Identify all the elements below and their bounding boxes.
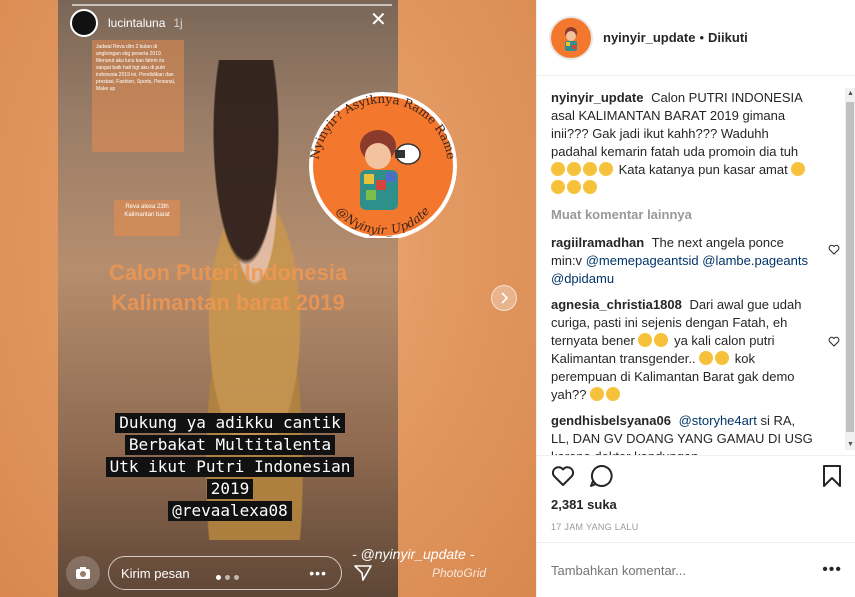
add-comment-bar: ••• xyxy=(537,542,855,597)
story-caption-line: @revaalexa08 xyxy=(168,501,292,521)
comment-item: ragiilramadhan The next angela ponce min… xyxy=(551,234,842,288)
story-message-placeholder: Kirim pesan xyxy=(121,565,190,581)
story-reva-label: Reva alexa 23th Kalimantan barat xyxy=(114,200,180,236)
next-slide-button[interactable] xyxy=(491,285,517,311)
post-actions xyxy=(537,455,855,495)
avatar-cartoon-icon xyxy=(565,26,577,51)
scroll-thumb[interactable] xyxy=(846,102,854,432)
comment-username[interactable]: agnesia_christia1808 xyxy=(551,297,682,312)
scroll-up-icon[interactable]: ▲ xyxy=(847,90,854,97)
story-avatar xyxy=(70,9,98,37)
story-progress-bar xyxy=(72,4,392,6)
comment-item: gendhisbelsyana06 @storyhe4art si RA, LL… xyxy=(551,412,842,455)
close-icon: ✕ xyxy=(370,9,387,31)
badge-logo: Nyinyir? Asyiknya Rame Rame @Nyinyir_Upd… xyxy=(308,92,458,238)
heart-icon xyxy=(551,465,575,486)
post-header: nyinyir_update • Diikuti xyxy=(537,0,855,76)
scroll-down-icon[interactable]: ▼ xyxy=(847,441,854,448)
post-timestamp: 17 JAM YANG LALU xyxy=(551,522,639,532)
story-footer: Kirim pesan ••• xyxy=(66,556,396,590)
header-username[interactable]: nyinyir_update xyxy=(603,30,695,45)
comment-mention[interactable]: @memepageantsid xyxy=(586,253,699,268)
story-note-text: Jadwal Reva dlm 2 bulan di angkringan sb… xyxy=(92,40,184,152)
story-caption-line: 2019 xyxy=(206,479,254,499)
pager-dot xyxy=(225,575,230,580)
load-more-comments-button[interactable]: Muat komentar lainnya xyxy=(551,207,842,222)
laugh-emoji-icons xyxy=(638,333,670,348)
post-panel: nyinyir_update • Diikuti nyinyir_update … xyxy=(536,0,855,597)
chevron-right-icon xyxy=(501,292,509,304)
like-button[interactable] xyxy=(551,465,575,487)
story-caption-line: Utk ikut Putri Indonesian xyxy=(105,457,355,477)
pager-dot xyxy=(234,575,239,580)
pager-dot xyxy=(216,575,221,580)
story-message-field: Kirim pesan ••• xyxy=(108,556,342,590)
comment-mention[interactable]: @storyhe4art xyxy=(679,413,757,428)
more-options-icon[interactable]: ••• xyxy=(822,561,842,579)
story-caption: Dukung ya adikku cantik Berbakat Multita… xyxy=(70,412,390,522)
comments-list: nyinyir_update Calon PUTRI INDONESIA asa… xyxy=(537,77,855,455)
comment-item: agnesia_christia1808 Dari awal gue udah … xyxy=(551,296,842,404)
header-separator: • xyxy=(699,30,705,45)
rolling-emoji-icons xyxy=(699,351,731,366)
nyinyir-update-badge: Nyinyir? Asyiknya Rame Rame @Nyinyir_Upd… xyxy=(278,88,488,238)
save-button[interactable] xyxy=(822,464,842,488)
watermark-text: - @nyinyir_update - xyxy=(352,546,475,562)
comment-button[interactable] xyxy=(589,464,613,488)
story-time: 1j xyxy=(173,16,183,30)
heart-icon[interactable] xyxy=(828,336,840,347)
story-more-icon: ••• xyxy=(309,565,327,581)
post-caption: nyinyir_update Calon PUTRI INDONESIA asa… xyxy=(551,89,842,197)
story-caption-line: Berbakat Multitalenta xyxy=(124,435,336,455)
story-overlay-title: Calon Puteri Indonesia Kalimantan barat … xyxy=(108,260,348,315)
story-caption-line: Dukung ya adikku cantik xyxy=(115,413,345,433)
bookmark-icon xyxy=(823,464,841,487)
laugh-emoji-icons xyxy=(590,387,622,402)
profile-avatar[interactable] xyxy=(549,15,593,60)
caption-username[interactable]: nyinyir_update xyxy=(551,90,643,105)
camera-icon xyxy=(66,556,100,590)
comment-username[interactable]: gendhisbelsyana06 xyxy=(551,413,671,428)
heart-icon[interactable] xyxy=(828,244,840,255)
comment-mention[interactable]: @lambe.pageants xyxy=(702,253,808,268)
likes-count[interactable]: 2,381 suka xyxy=(551,497,617,512)
add-comment-input[interactable] xyxy=(551,562,823,578)
comment-bubble-icon xyxy=(590,464,613,487)
post-media: lucintaluna 1j ✕ Jadwal Reva dlm 2 bulan… xyxy=(0,0,536,597)
follow-status-button[interactable]: Diikuti xyxy=(708,30,748,45)
send-icon xyxy=(354,565,372,581)
story-header: lucintaluna 1j xyxy=(70,8,396,38)
photogrid-watermark: PhotoGrid xyxy=(432,566,487,580)
story-username: lucintaluna xyxy=(108,16,166,30)
story-pager-dots xyxy=(216,575,239,580)
comment-username[interactable]: ragiilramadhan xyxy=(551,235,644,250)
comment-mention[interactable]: @dpidamu xyxy=(551,271,614,286)
caption-text-2: Kata katanya pun kasar amat xyxy=(618,162,788,177)
comments-scrollbar[interactable]: ▲ ▼ xyxy=(845,88,855,450)
laugh-emoji-icons xyxy=(551,162,615,177)
